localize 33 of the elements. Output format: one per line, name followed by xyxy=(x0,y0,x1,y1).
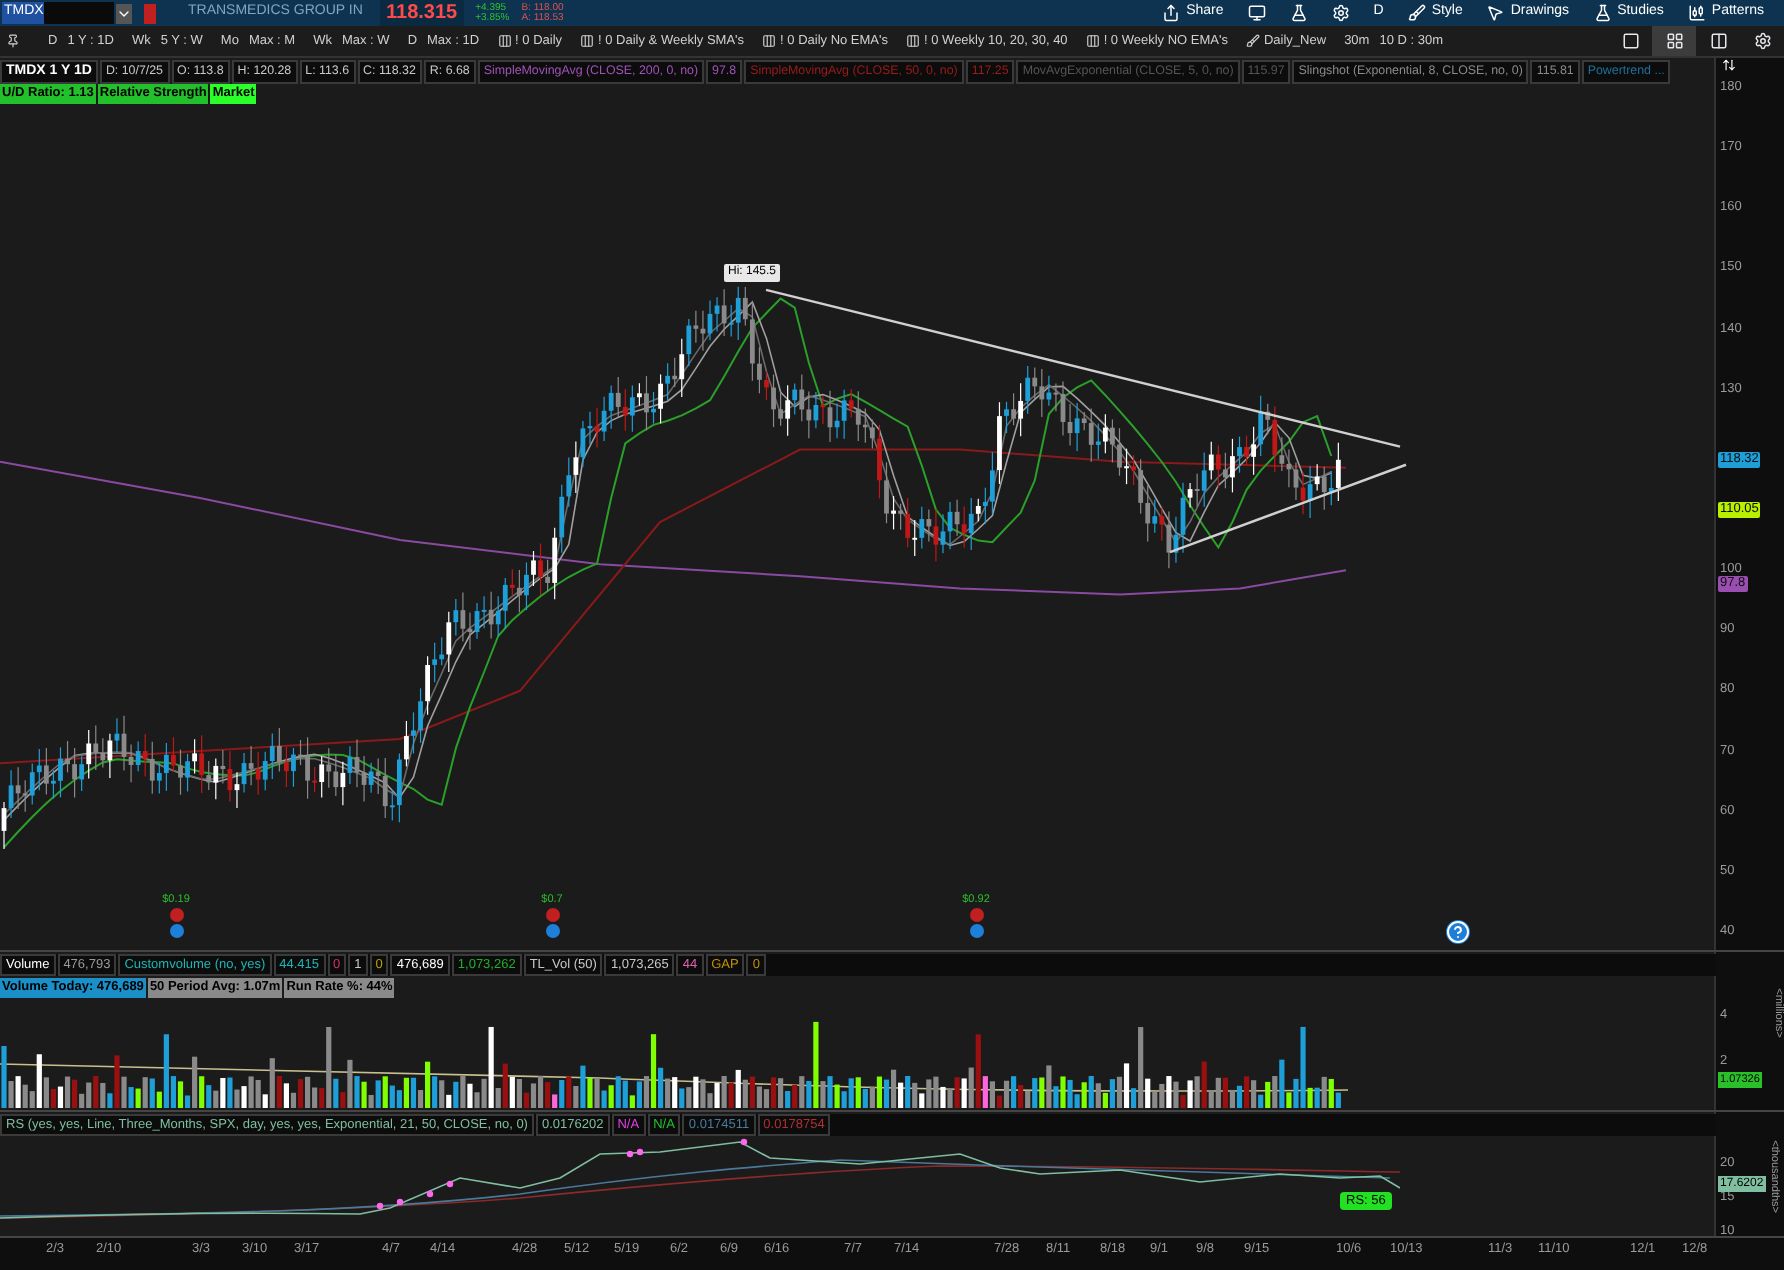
toolbar-icon-button[interactable] xyxy=(1247,4,1266,22)
layout-button[interactable] xyxy=(1652,26,1696,56)
last-price: 118.315 xyxy=(380,0,464,28)
preset-icon xyxy=(1085,34,1100,48)
help-icon[interactable] xyxy=(1446,920,1470,944)
toolbar-icon-button[interactable] xyxy=(1331,4,1350,22)
preset-icon xyxy=(497,34,512,48)
dividend-icon[interactable] xyxy=(545,908,559,922)
earnings-icon[interactable] xyxy=(969,924,983,938)
earnings-icon[interactable] xyxy=(545,924,559,938)
dividend-icon[interactable] xyxy=(969,908,983,922)
earnings-icon[interactable] xyxy=(169,924,183,938)
pointer-icon xyxy=(1486,4,1505,22)
monitor-icon xyxy=(1247,4,1266,22)
brush-icon xyxy=(1407,4,1426,22)
share-icon xyxy=(1162,4,1181,22)
flask-icon xyxy=(1593,4,1612,22)
settings-icon xyxy=(1331,4,1350,22)
settings-icon xyxy=(1753,32,1771,50)
toolbar-icon-button[interactable] xyxy=(1289,4,1308,22)
preset-icon xyxy=(580,34,595,48)
dividend-icon[interactable] xyxy=(169,908,183,922)
preset-icon xyxy=(762,34,777,48)
scale-icon[interactable] xyxy=(1722,58,1736,72)
flask-icon xyxy=(1289,4,1308,22)
pattern-icon xyxy=(1687,4,1706,22)
columns-icon xyxy=(1709,32,1727,50)
square-icon xyxy=(1621,32,1639,50)
pin-icon[interactable] xyxy=(6,34,20,48)
dropdown-icon[interactable] xyxy=(116,3,132,23)
preset-icon xyxy=(906,34,921,48)
grid-icon xyxy=(1665,32,1683,50)
brush-icon xyxy=(1245,34,1260,48)
